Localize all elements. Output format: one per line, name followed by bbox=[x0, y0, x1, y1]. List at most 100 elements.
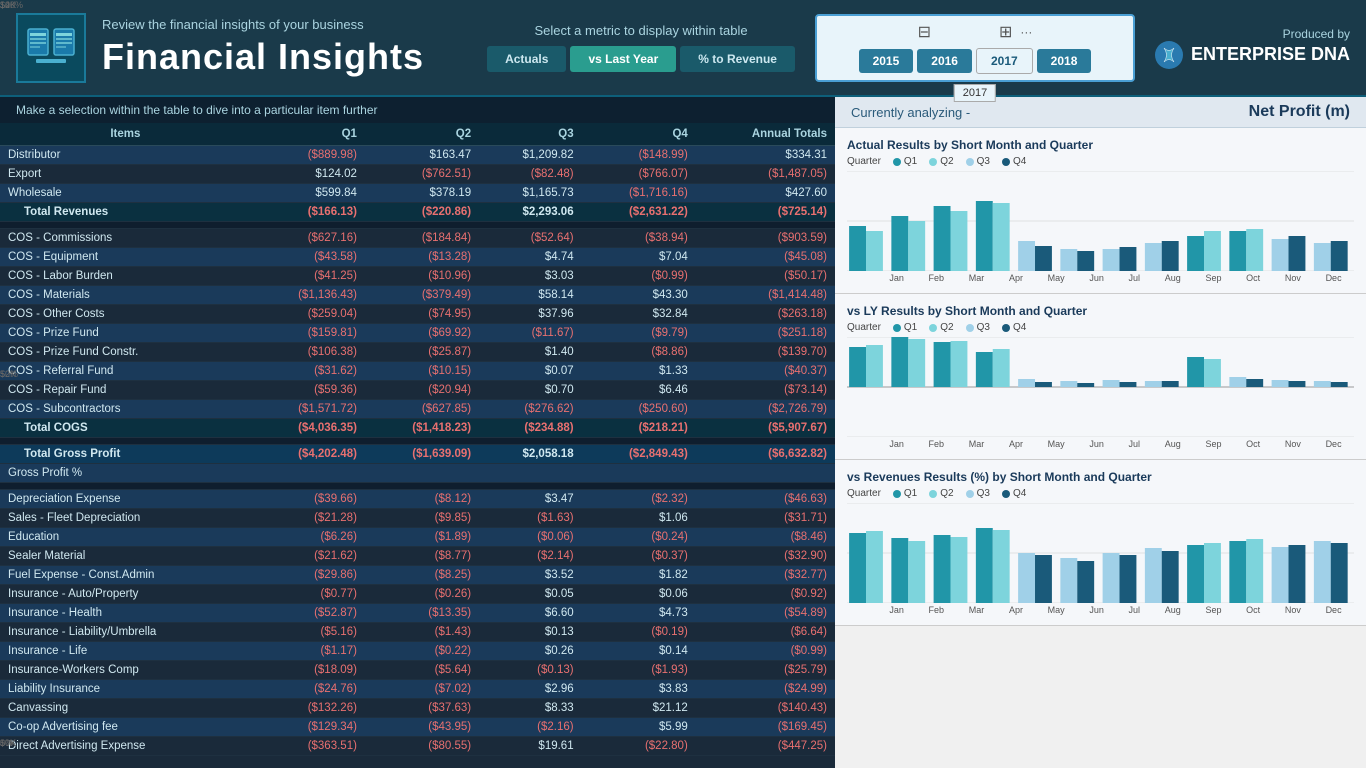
row-value: ($11.67) bbox=[479, 324, 582, 343]
enterprise-dna-block: Produced by ENTERPRISE DNA bbox=[1155, 27, 1350, 69]
table-row[interactable]: COS - Labor Burden($41.25)($10.96)$3.03(… bbox=[0, 267, 835, 286]
metric-vs-last-year-button[interactable]: vs Last Year bbox=[570, 46, 676, 72]
row-value: ($1,716.16) bbox=[582, 184, 696, 203]
row-value: ($2.16) bbox=[479, 718, 582, 737]
row-value: $427.60 bbox=[696, 184, 835, 203]
table-row[interactable]: Insurance - Health($52.87)($13.35)$6.60$… bbox=[0, 604, 835, 623]
chart-vs-ly-results: vs LY Results by Short Month and Quarter… bbox=[835, 294, 1366, 460]
table-row[interactable]: Total Gross Profit($4,202.48)($1,639.09)… bbox=[0, 445, 835, 464]
year-selector: ⊟ ⊞ ··· 2015 2016 2017 2018 2017 bbox=[815, 14, 1135, 82]
table-row[interactable]: Sealer Material($21.62)($8.77)($2.14)($0… bbox=[0, 547, 835, 566]
row-value: ($46.63) bbox=[696, 490, 835, 509]
row-value: ($24.76) bbox=[251, 680, 365, 699]
row-value: $2,293.06 bbox=[479, 203, 582, 222]
row-label: COS - Materials bbox=[0, 286, 251, 305]
row-value: ($40.37) bbox=[696, 362, 835, 381]
chart2-x-axis: JanFebMarAprMayJunJulAugSepOctNovDec bbox=[847, 439, 1354, 449]
table-row[interactable]: Co-op Advertising fee($129.34)($43.95)($… bbox=[0, 718, 835, 737]
table-row[interactable]: Education($6.26)($1.89)($0.06)($0.24)($8… bbox=[0, 528, 835, 547]
row-label: Insurance - Life bbox=[0, 642, 251, 661]
table-row[interactable]: Canvassing($132.26)($37.63)$8.33$21.12($… bbox=[0, 699, 835, 718]
row-value: ($20.94) bbox=[365, 381, 479, 400]
legend-q1: Q1 bbox=[893, 156, 917, 167]
table-row[interactable]: COS - Equipment($43.58)($13.28)$4.74$7.0… bbox=[0, 248, 835, 267]
row-value: ($6.64) bbox=[696, 623, 835, 642]
legend-q4: Q4 bbox=[1002, 156, 1026, 167]
row-value: ($0.06) bbox=[479, 528, 582, 547]
row-value: ($363.51) bbox=[251, 737, 365, 756]
table-row[interactable]: COS - Prize Fund($159.81)($69.92)($11.67… bbox=[0, 324, 835, 343]
row-value: $4.73 bbox=[582, 604, 696, 623]
row-value: ($1.89) bbox=[365, 528, 479, 547]
row-value: ($8.86) bbox=[582, 343, 696, 362]
more-icon: ··· bbox=[1020, 25, 1032, 39]
row-value: ($8.46) bbox=[696, 528, 835, 547]
row-value: ($10.96) bbox=[365, 267, 479, 286]
row-value: ($32.90) bbox=[696, 547, 835, 566]
row-label: COS - Labor Burden bbox=[0, 267, 251, 286]
row-value: ($132.26) bbox=[251, 699, 365, 718]
table-row[interactable]: Wholesale$599.84$378.19$1,165.73($1,716.… bbox=[0, 184, 835, 203]
table-row[interactable]: COS - Prize Fund Constr.($106.38)($25.87… bbox=[0, 343, 835, 362]
row-label: Liability Insurance bbox=[0, 680, 251, 699]
table-row[interactable]: Fuel Expense - Const.Admin($29.86)($8.25… bbox=[0, 566, 835, 585]
chart2-bars bbox=[847, 337, 1354, 437]
row-value: $0.05 bbox=[479, 585, 582, 604]
year-2018-button[interactable]: 2018 bbox=[1037, 49, 1092, 73]
metric-selector: Select a metric to display within table … bbox=[487, 23, 795, 72]
table-row[interactable]: COS - Commissions($627.16)($184.84)($52.… bbox=[0, 229, 835, 248]
row-value: ($0.37) bbox=[582, 547, 696, 566]
row-value: ($1,136.43) bbox=[251, 286, 365, 305]
row-value: ($447.25) bbox=[696, 737, 835, 756]
row-value: ($263.18) bbox=[696, 305, 835, 324]
year-2017-button[interactable]: 2017 bbox=[976, 48, 1033, 74]
table-row[interactable]: Sales - Fleet Depreciation($21.28)($9.85… bbox=[0, 509, 835, 528]
year-2015-button[interactable]: 2015 bbox=[859, 49, 914, 73]
row-value: $3.52 bbox=[479, 566, 582, 585]
table-row[interactable]: Total COGS($4,036.35)($1,418.23)($234.88… bbox=[0, 419, 835, 438]
table-row[interactable]: Distributor($889.98)$163.47$1,209.82($14… bbox=[0, 146, 835, 165]
row-value: ($13.35) bbox=[365, 604, 479, 623]
row-value: ($29.86) bbox=[251, 566, 365, 585]
row-value: $1,209.82 bbox=[479, 146, 582, 165]
row-value: ($725.14) bbox=[696, 203, 835, 222]
right-panel: Currently analyzing - Net Profit (m) Act… bbox=[835, 97, 1366, 768]
table-row[interactable]: COS - Other Costs($259.04)($74.95)$37.96… bbox=[0, 305, 835, 324]
row-value: ($140.43) bbox=[696, 699, 835, 718]
row-value: $378.19 bbox=[365, 184, 479, 203]
year-2016-button[interactable]: 2016 bbox=[917, 49, 972, 73]
table-row[interactable]: COS - Repair Fund($59.36)($20.94)$0.70$6… bbox=[0, 381, 835, 400]
row-label: COS - Prize Fund Constr. bbox=[0, 343, 251, 362]
table-row[interactable]: Total Revenues($166.13)($220.86)$2,293.0… bbox=[0, 203, 835, 222]
table-row[interactable]: Insurance-Workers Comp($18.09)($5.64)($0… bbox=[0, 661, 835, 680]
row-value: ($43.58) bbox=[251, 248, 365, 267]
table-row[interactable]: COS - Referral Fund($31.62)($10.15)$0.07… bbox=[0, 362, 835, 381]
row-value: ($2,726.79) bbox=[696, 400, 835, 419]
enterprise-logo-row: ENTERPRISE DNA bbox=[1155, 41, 1350, 69]
row-value: $1.40 bbox=[479, 343, 582, 362]
data-table-wrapper[interactable]: Items Q1 Q2 Q3 Q4 Annual Totals Distribu… bbox=[0, 123, 835, 768]
legend2-q4: Q4 bbox=[1002, 322, 1026, 333]
table-row[interactable]: Export$124.02($762.51)($82.48)($766.07)(… bbox=[0, 165, 835, 184]
chart-actual-results: Actual Results by Short Month and Quarte… bbox=[835, 128, 1366, 294]
table-row[interactable]: COS - Materials($1,136.43)($379.49)$58.1… bbox=[0, 286, 835, 305]
table-row[interactable]: Liability Insurance($24.76)($7.02)$2.96$… bbox=[0, 680, 835, 699]
row-value: ($24.99) bbox=[696, 680, 835, 699]
table-row[interactable]: Insurance - Liability/Umbrella($5.16)($1… bbox=[0, 623, 835, 642]
table-row[interactable]: Depreciation Expense($39.66)($8.12)$3.47… bbox=[0, 490, 835, 509]
metric-buttons: Actuals vs Last Year % to Revenue bbox=[487, 46, 795, 72]
row-value: ($6,632.82) bbox=[696, 445, 835, 464]
table-row[interactable]: Insurance - Life($1.17)($0.22)$0.26$0.14… bbox=[0, 642, 835, 661]
table-row[interactable]: COS - Subcontractors($1,571.72)($627.85)… bbox=[0, 400, 835, 419]
metric-pct-revenue-button[interactable]: % to Revenue bbox=[680, 46, 795, 72]
row-label: COS - Other Costs bbox=[0, 305, 251, 324]
row-value: ($54.89) bbox=[696, 604, 835, 623]
row-label: Total COGS bbox=[0, 419, 251, 438]
row-value: ($1,418.23) bbox=[365, 419, 479, 438]
table-row[interactable]: Insurance - Auto/Property($0.77)($0.26)$… bbox=[0, 585, 835, 604]
row-value: ($766.07) bbox=[582, 165, 696, 184]
table-row[interactable]: Gross Profit % bbox=[0, 464, 835, 483]
year-tooltip: 2017 bbox=[954, 84, 996, 102]
table-row[interactable]: Direct Advertising Expense($363.51)($80.… bbox=[0, 737, 835, 756]
metric-actuals-button[interactable]: Actuals bbox=[487, 46, 566, 72]
